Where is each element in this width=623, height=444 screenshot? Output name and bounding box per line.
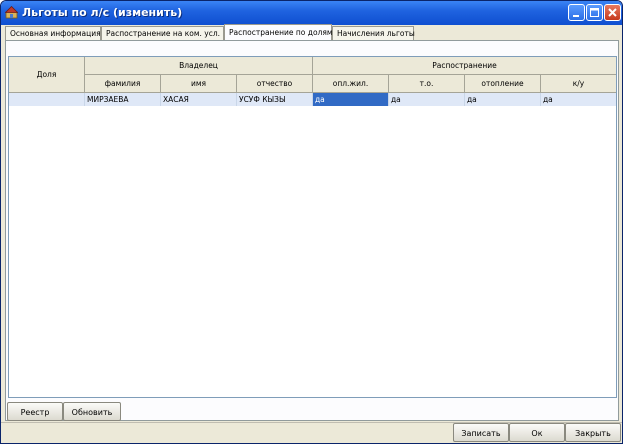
cell-opl-zhil[interactable]: да — [313, 93, 389, 106]
tab-benefit-charges[interactable]: Начисления льготы — [332, 26, 415, 40]
tab-label: Распостранение на ком. усл. — [106, 29, 221, 38]
reestr-button[interactable]: Реестр — [7, 402, 63, 421]
tab-label: Основная информация — [10, 29, 101, 38]
maximize-icon — [590, 8, 599, 17]
app-icon — [5, 6, 18, 19]
cell-imya[interactable]: ХАСАЯ — [161, 93, 237, 106]
header-owner-group: Владелец — [85, 57, 313, 75]
tab-spread-services[interactable]: Распостранение на ком. усл. — [101, 26, 224, 40]
header-otoplenie[interactable]: отопление — [465, 75, 541, 93]
tab-label: Распостранение по долям — [229, 28, 333, 37]
shares-grid[interactable]: Доля Владелец Распостранение фамилия имя… — [8, 56, 617, 398]
header-imya[interactable]: имя — [161, 75, 237, 93]
tab-label: Начисления льготы — [337, 29, 415, 38]
header-dolya[interactable]: Доля — [9, 57, 85, 93]
tab-strip: Основная информация Распостранение на ко… — [5, 24, 619, 41]
table-row[interactable]: МИРЗАЕВА ХАСАЯ УСУФ КЫЗЫ да да да да — [9, 93, 616, 106]
cell-ku[interactable]: да — [541, 93, 616, 106]
header-familia[interactable]: фамилия — [85, 75, 161, 93]
close-button[interactable]: Закрыть — [565, 423, 621, 442]
refresh-button[interactable]: Обновить — [63, 402, 121, 421]
header-to[interactable]: т.о. — [389, 75, 465, 93]
header-otchestvo[interactable]: отчество — [237, 75, 313, 93]
cell-dolya[interactable] — [9, 93, 85, 106]
cell-otchestvo[interactable]: УСУФ КЫЗЫ — [237, 93, 313, 106]
close-window-button[interactable] — [604, 4, 621, 21]
dialog-window: Льготы по л/с (изменить) Основная информ… — [0, 0, 623, 444]
close-icon — [608, 8, 617, 17]
cell-to[interactable]: да — [389, 93, 465, 106]
minimize-button[interactable] — [568, 4, 585, 21]
tab-main-info[interactable]: Основная информация — [5, 26, 101, 40]
minimize-icon — [573, 15, 579, 17]
maximize-button[interactable] — [586, 4, 603, 21]
save-button[interactable]: Записать — [453, 423, 509, 442]
header-ku[interactable]: к/у — [541, 75, 616, 93]
title-bar[interactable]: Льготы по л/с (изменить) — [1, 1, 622, 25]
cell-otoplenie[interactable]: да — [465, 93, 541, 106]
cell-familia[interactable]: МИРЗАЕВА — [85, 93, 161, 106]
tab-spread-shares[interactable]: Распостранение по долям — [224, 24, 333, 40]
header-spread-group: Распостранение — [313, 57, 616, 75]
header-opl-zhil[interactable]: опл.жил. — [313, 75, 389, 93]
window-title: Льготы по л/с (изменить) — [22, 6, 183, 19]
ok-button[interactable]: Ок — [509, 423, 565, 442]
